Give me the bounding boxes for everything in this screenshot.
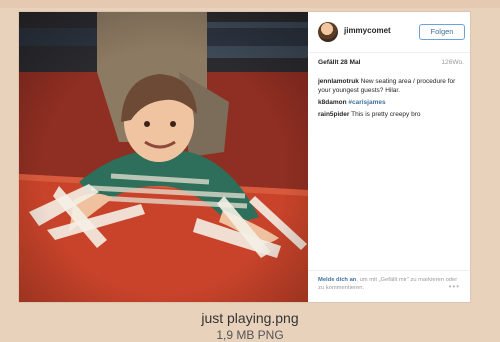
comment-user[interactable]: k8damon — [318, 99, 347, 106]
likes-count[interactable]: Gefällt 28 Mal — [318, 59, 361, 66]
post-age: 126Wo. — [441, 59, 464, 66]
divider — [308, 270, 470, 271]
post-sidebar: jimmycomet Folgen Gefällt 28 Mal 126Wo. … — [308, 12, 470, 302]
photo-illustration — [19, 12, 308, 302]
comment-item: rain5pider This is pretty creepy bro — [318, 110, 464, 119]
profile-avatar[interactable] — [318, 22, 338, 42]
comment-text: This is pretty creepy bro — [351, 111, 421, 118]
follow-button[interactable]: Folgen — [419, 24, 465, 40]
ellipsis-icon[interactable]: ••• — [449, 282, 460, 291]
divider — [308, 52, 470, 53]
post-photo[interactable] — [19, 12, 308, 302]
comment-item: jennlamotruk New seating area / procedur… — [318, 77, 464, 95]
comment-tag[interactable]: #carisjames — [348, 99, 385, 106]
profile-header: jimmycomet Folgen — [318, 22, 465, 44]
login-prompt: Melde dich an, um mit „Gefällt mir“ zu m… — [318, 276, 464, 292]
comment-item: k8damon #carisjames — [318, 98, 464, 107]
file-name: just playing.png — [201, 310, 299, 326]
comments-list: jennlamotruk New seating area / procedur… — [318, 77, 464, 122]
profile-username[interactable]: jimmycomet — [344, 26, 391, 35]
comment-user[interactable]: jennlamotruk — [318, 78, 359, 85]
comment-user[interactable]: rain5pider — [318, 111, 349, 118]
instagram-embed-card: jimmycomet Folgen Gefällt 28 Mal 126Wo. … — [19, 12, 470, 302]
top-strip — [0, 0, 500, 8]
file-info: 1,9 MB PNG — [216, 328, 284, 342]
login-link[interactable]: Melde dich an — [318, 277, 356, 283]
